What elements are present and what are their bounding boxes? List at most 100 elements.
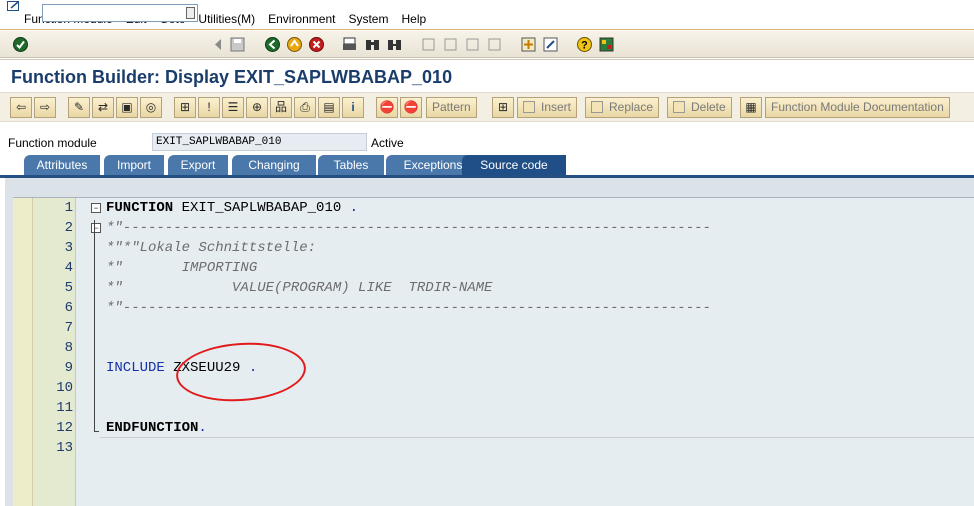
enter-icon[interactable] [12,36,29,53]
printer-icon: ⎙ [300,100,310,114]
line-number: 9 [64,360,73,376]
replace-icon [591,101,603,113]
object-list-button[interactable]: ☰ [222,97,244,118]
display-change-button[interactable]: ✎ [68,97,90,118]
switch-icon: ⇄ [97,100,109,114]
first-page-icon[interactable] [420,36,437,53]
session-stop-icon: ⛔ [403,100,419,114]
save-icon[interactable] [229,36,246,53]
info-button[interactable]: i [342,97,364,118]
collapse-block-icon[interactable]: − [91,203,101,213]
display-source-button[interactable]: ▤ [318,97,340,118]
previous-page-icon[interactable] [442,36,459,53]
hierarchy-button[interactable]: 品 [270,97,292,118]
help-icon[interactable]: ? [576,36,593,53]
menu-environment[interactable]: Environment [268,12,335,26]
insert-button[interactable]: Insert [517,97,578,118]
print-source-button[interactable]: ⎙ [294,97,316,118]
active-inactive-button[interactable]: ⇄ [92,97,114,118]
shortcut-icon[interactable] [542,36,559,53]
print-icon[interactable] [341,36,358,53]
current-line-marker [100,437,974,438]
back-icon[interactable] [264,36,281,53]
function-module-label: Function module [8,136,97,150]
test-icon: ! [207,100,211,114]
exit-icon[interactable] [286,36,303,53]
navigation-window-button[interactable]: ⊕ [246,97,268,118]
tab-import[interactable]: Import [104,155,164,175]
pretty-printer-button[interactable]: ⊞ [492,97,514,118]
line-number: 3 [64,240,73,256]
svg-text:?: ? [581,40,588,52]
title-bar: Function Builder: Display EXIT_SAPLWBABA… [0,59,974,92]
line-number: 5 [64,280,73,296]
command-input[interactable] [43,5,181,21]
next-page-icon[interactable] [464,36,481,53]
code-line-2: *"--------------------------------------… [106,220,711,236]
check-button[interactable]: ▣ [116,97,138,118]
code-line-5: *" VALUE(PROGRAM) LIKE TRDIR-NAME [106,280,493,296]
pattern-button[interactable]: Pattern [426,97,477,118]
line-number: 2 [64,220,73,236]
line-number: 11 [56,400,73,416]
editor-marker-gutter [13,198,33,506]
delete-label: Delete [691,100,726,114]
tab-export[interactable]: Export [168,155,228,175]
function-module-row: Function module EXIT_SAPLWBABAP_010 Acti… [0,128,974,152]
where-used-icon: ⊞ [179,100,191,114]
documentation-icon: ▦ [745,100,757,114]
find-icon[interactable] [364,36,381,53]
function-module-field: EXIT_SAPLWBABAP_010 [152,133,367,151]
code-line-6: *"--------------------------------------… [106,300,711,316]
fm-documentation-button[interactable]: Function Module Documentation [765,97,950,118]
command-field[interactable] [42,4,198,22]
delete-icon [673,101,685,113]
sap-window-icon[interactable] [7,1,21,11]
where-used-button[interactable]: ⊞ [174,97,196,118]
check-icon: ▣ [121,100,133,114]
test-button[interactable]: ! [198,97,220,118]
line-number: 1 [64,200,73,216]
create-session-icon[interactable] [520,36,537,53]
line-number: 12 [56,420,73,436]
function-name: EXIT_SAPLWBABAP_010 [173,200,342,216]
tab-attributes[interactable]: Attributes [24,155,100,175]
customize-layout-icon[interactable] [598,36,615,53]
insert-icon [523,101,535,113]
replace-button[interactable]: Replace [585,97,660,118]
documentation-icon-button[interactable]: ▦ [740,97,762,118]
line-number: 8 [64,340,73,356]
session-breakpoint-button[interactable]: ⛔ [400,97,422,118]
cancel-icon[interactable] [308,36,325,53]
line-number: 6 [64,300,73,316]
pretty-printer-icon: ⊞ [497,100,509,114]
keyword-function: FUNCTION [106,200,174,216]
tab-source-code[interactable]: Source code [462,155,566,175]
arrow-right-icon: ⇨ [39,100,51,114]
menu-help[interactable]: Help [401,12,426,26]
activate-button[interactable]: ◎ [140,97,162,118]
tab-tables[interactable]: Tables [318,155,384,175]
command-history-icon[interactable] [186,7,195,19]
navigation-icon: ⊕ [251,100,263,114]
pencil-glasses-icon: ✎ [73,100,85,114]
line-number: 7 [64,320,73,336]
previous-object-button[interactable]: ⇦ [10,97,32,118]
block-bracket [94,220,99,432]
back-arrow-icon[interactable] [210,36,227,53]
line-number: 10 [56,380,73,396]
page-title: Function Builder: Display EXIT_SAPLWBABA… [11,67,453,87]
set-breakpoint-button[interactable]: ⛔ [376,97,398,118]
delete-button[interactable]: Delete [667,97,732,118]
line-number: 4 [64,260,73,276]
editor-line-number-gutter: 1 2 3 4 5 6 7 8 9 10 11 12 13 [33,198,76,506]
menu-utilities[interactable]: Utilities(M) [198,12,255,26]
tab-changing[interactable]: Changing [232,155,316,175]
replace-label: Replace [609,100,654,114]
find-next-icon[interactable] [386,36,403,53]
last-page-icon[interactable] [486,36,503,53]
next-object-button[interactable]: ⇨ [34,97,56,118]
keyword-include: INCLUDE [106,360,165,376]
menu-system[interactable]: System [348,12,388,26]
period: . [341,200,359,216]
